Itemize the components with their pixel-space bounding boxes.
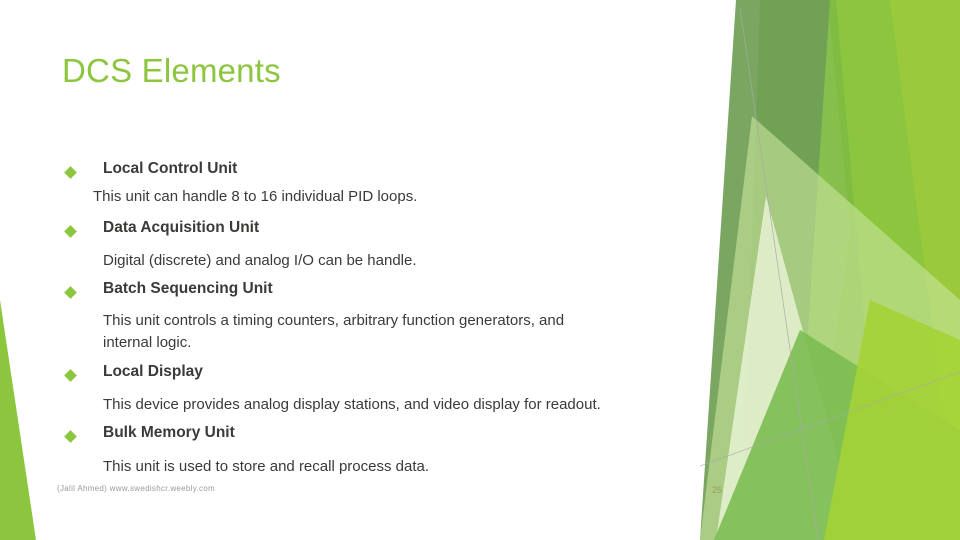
bullet-description: Digital (discrete) and analog I/O can be… — [0, 250, 760, 272]
slide-canvas: DCS Elements Local Control Unit This uni… — [0, 0, 960, 540]
bullet-heading: Batch Sequencing Unit — [103, 280, 273, 297]
bullet-item: Local Display This device provides analo… — [0, 363, 760, 416]
bullet-description: This device provides analog display stat… — [0, 394, 760, 416]
diamond-bullet-icon — [64, 286, 77, 299]
diamond-bullet-icon — [64, 166, 77, 179]
bullet-heading: Data Acquisition Unit — [103, 219, 260, 236]
page-title: DCS Elements — [62, 52, 281, 89]
bullet-description-line: Digital (discrete) and analog I/O can be… — [103, 252, 417, 269]
bullet-description-line: internal logic. — [103, 334, 192, 351]
bullet-item: Data Acquisition Unit Digital (discrete)… — [0, 219, 760, 272]
bullet-item: Bulk Memory Unit This unit is used to st… — [0, 424, 760, 478]
footer-credit: (Jalil Ahmed) www.swedishcr.weebly.com — [57, 484, 215, 493]
bullet-description: This unit can handle 8 to 16 individual … — [0, 186, 760, 208]
diamond-bullet-icon — [64, 430, 77, 443]
bullet-item: Batch Sequencing Unit This unit controls… — [0, 280, 760, 354]
bullet-heading: Local Display — [103, 363, 203, 380]
bullet-description-line: This unit is used to store and recall pr… — [103, 458, 430, 475]
bullet-description: This unit controls a timing counters, ar… — [0, 310, 760, 354]
bullet-item: Local Control Unit This unit can handle … — [0, 160, 760, 208]
bullet-heading-row: Local Display — [0, 363, 760, 389]
bullet-heading-row: Bulk Memory Unit — [0, 424, 760, 450]
bullet-heading-row: Data Acquisition Unit — [0, 219, 760, 245]
page-number: 25 — [712, 485, 723, 495]
bullet-list: Local Control Unit This unit can handle … — [0, 160, 760, 478]
diamond-bullet-icon — [64, 369, 77, 382]
bullet-heading-row: Batch Sequencing Unit — [0, 280, 760, 306]
bullet-description: This unit is used to store and recall pr… — [0, 456, 760, 478]
diamond-bullet-icon — [64, 225, 77, 238]
bullet-heading-row: Local Control Unit — [0, 160, 760, 186]
bullet-description-line: This unit can handle 8 to 16 individual … — [93, 188, 418, 205]
bullet-description-line: This device provides analog display stat… — [103, 396, 601, 413]
bullet-heading: Bulk Memory Unit — [103, 424, 235, 441]
bullet-description-line: This unit controls a timing counters, ar… — [103, 312, 565, 329]
bullet-heading: Local Control Unit — [103, 160, 238, 177]
